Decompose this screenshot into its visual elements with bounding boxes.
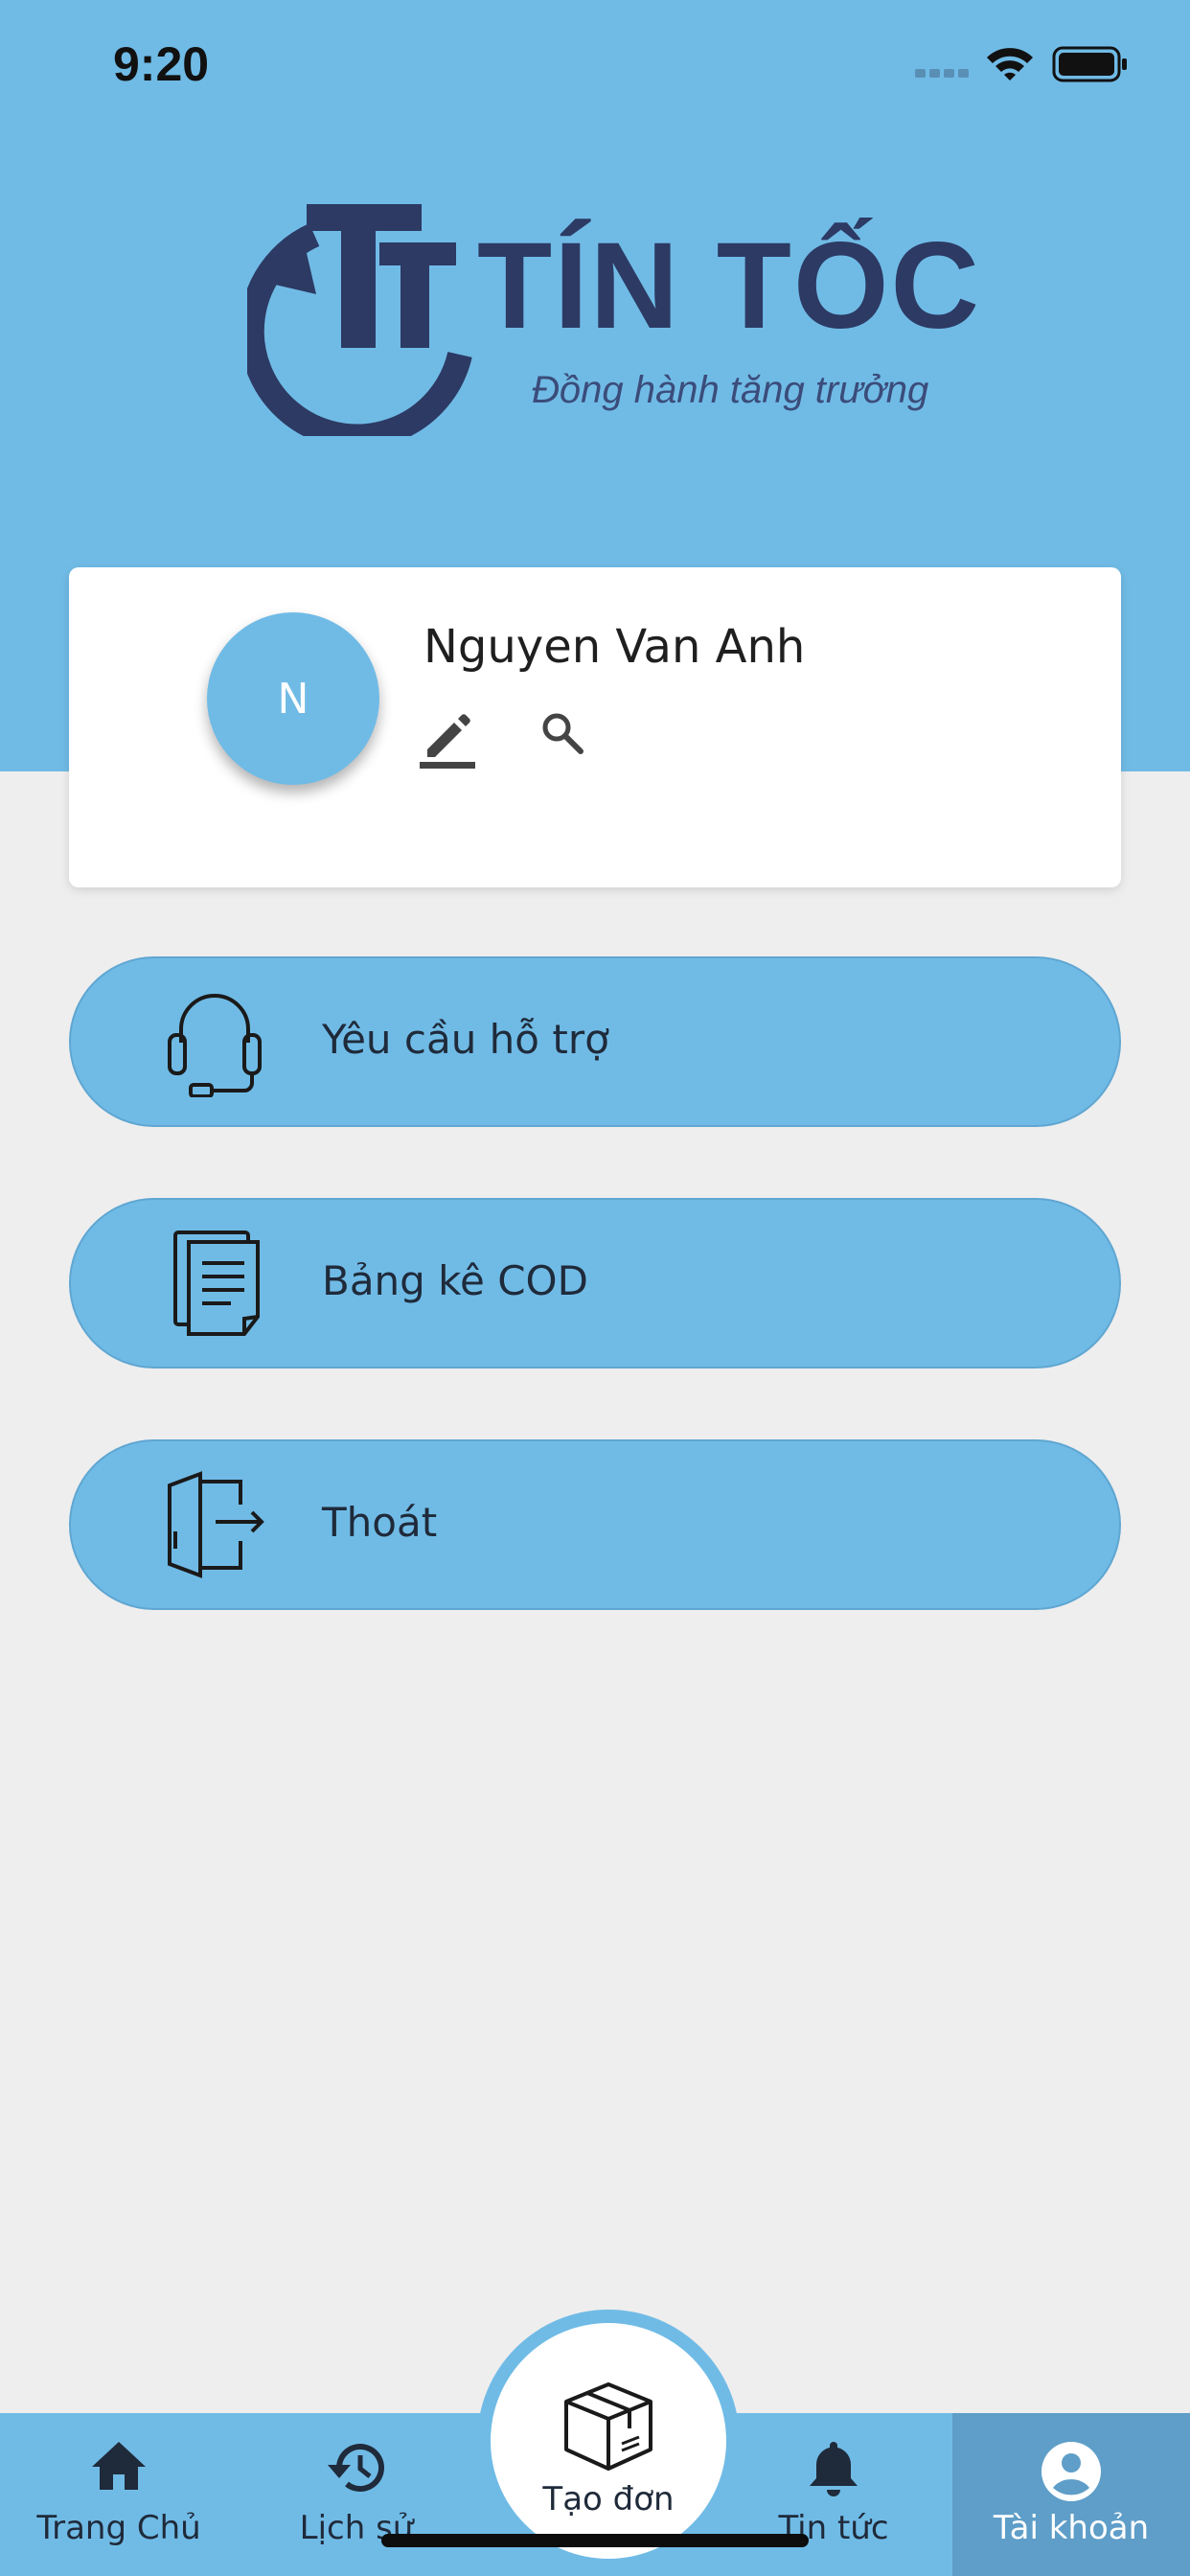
avatar[interactable]: N xyxy=(207,612,379,785)
tab-home[interactable]: Trang Chủ xyxy=(0,2413,238,2576)
avatar-initial: N xyxy=(277,674,309,724)
tab-account-label: Tài khoản xyxy=(993,2509,1150,2547)
headset-icon xyxy=(168,994,262,1097)
bell-icon xyxy=(810,2442,858,2496)
history-icon xyxy=(328,2444,384,2493)
status-bar: 9:20 xyxy=(0,0,1190,129)
package-icon xyxy=(564,2382,652,2471)
cod-statement-button[interactable]: Bảng kê COD xyxy=(69,1198,1121,1368)
support-request-label: Yêu cầu hỗ trợ xyxy=(322,1016,609,1063)
brand-name: TÍN TỐC xyxy=(477,218,981,355)
tab-history[interactable]: Lịch sử xyxy=(238,2413,475,2576)
create-order-button[interactable]: Tạo đơn xyxy=(491,2323,726,2559)
tab-news[interactable]: Tin tức xyxy=(715,2413,952,2576)
tab-home-label: Trang Chủ xyxy=(36,2509,201,2547)
cellular-signal-icon xyxy=(915,69,969,78)
profile-name: Nguyen Van Anh xyxy=(423,620,806,674)
account-icon xyxy=(1041,2442,1101,2501)
profile-card: N Nguyen Van Anh xyxy=(69,567,1121,887)
wifi-icon xyxy=(987,48,1033,80)
logout-icon xyxy=(168,1471,264,1578)
pencil-icon[interactable] xyxy=(420,711,475,769)
search-icon[interactable] xyxy=(540,711,584,755)
cod-statement-label: Bảng kê COD xyxy=(322,1257,588,1304)
brand-slogan: Đồng hành tăng trưởng xyxy=(532,369,929,411)
tab-account[interactable]: Tài khoản xyxy=(952,2413,1190,2576)
document-icon xyxy=(173,1230,260,1336)
status-time: 9:20 xyxy=(113,37,210,91)
battery-icon xyxy=(1052,46,1127,82)
logout-label: Thoát xyxy=(322,1499,438,1546)
logout-button[interactable]: Thoát xyxy=(69,1439,1121,1610)
create-order-label: Tạo đơn xyxy=(542,2480,675,2518)
home-indicator xyxy=(381,2534,809,2547)
home-icon xyxy=(92,2442,146,2490)
support-request-button[interactable]: Yêu cầu hỗ trợ xyxy=(69,956,1121,1127)
